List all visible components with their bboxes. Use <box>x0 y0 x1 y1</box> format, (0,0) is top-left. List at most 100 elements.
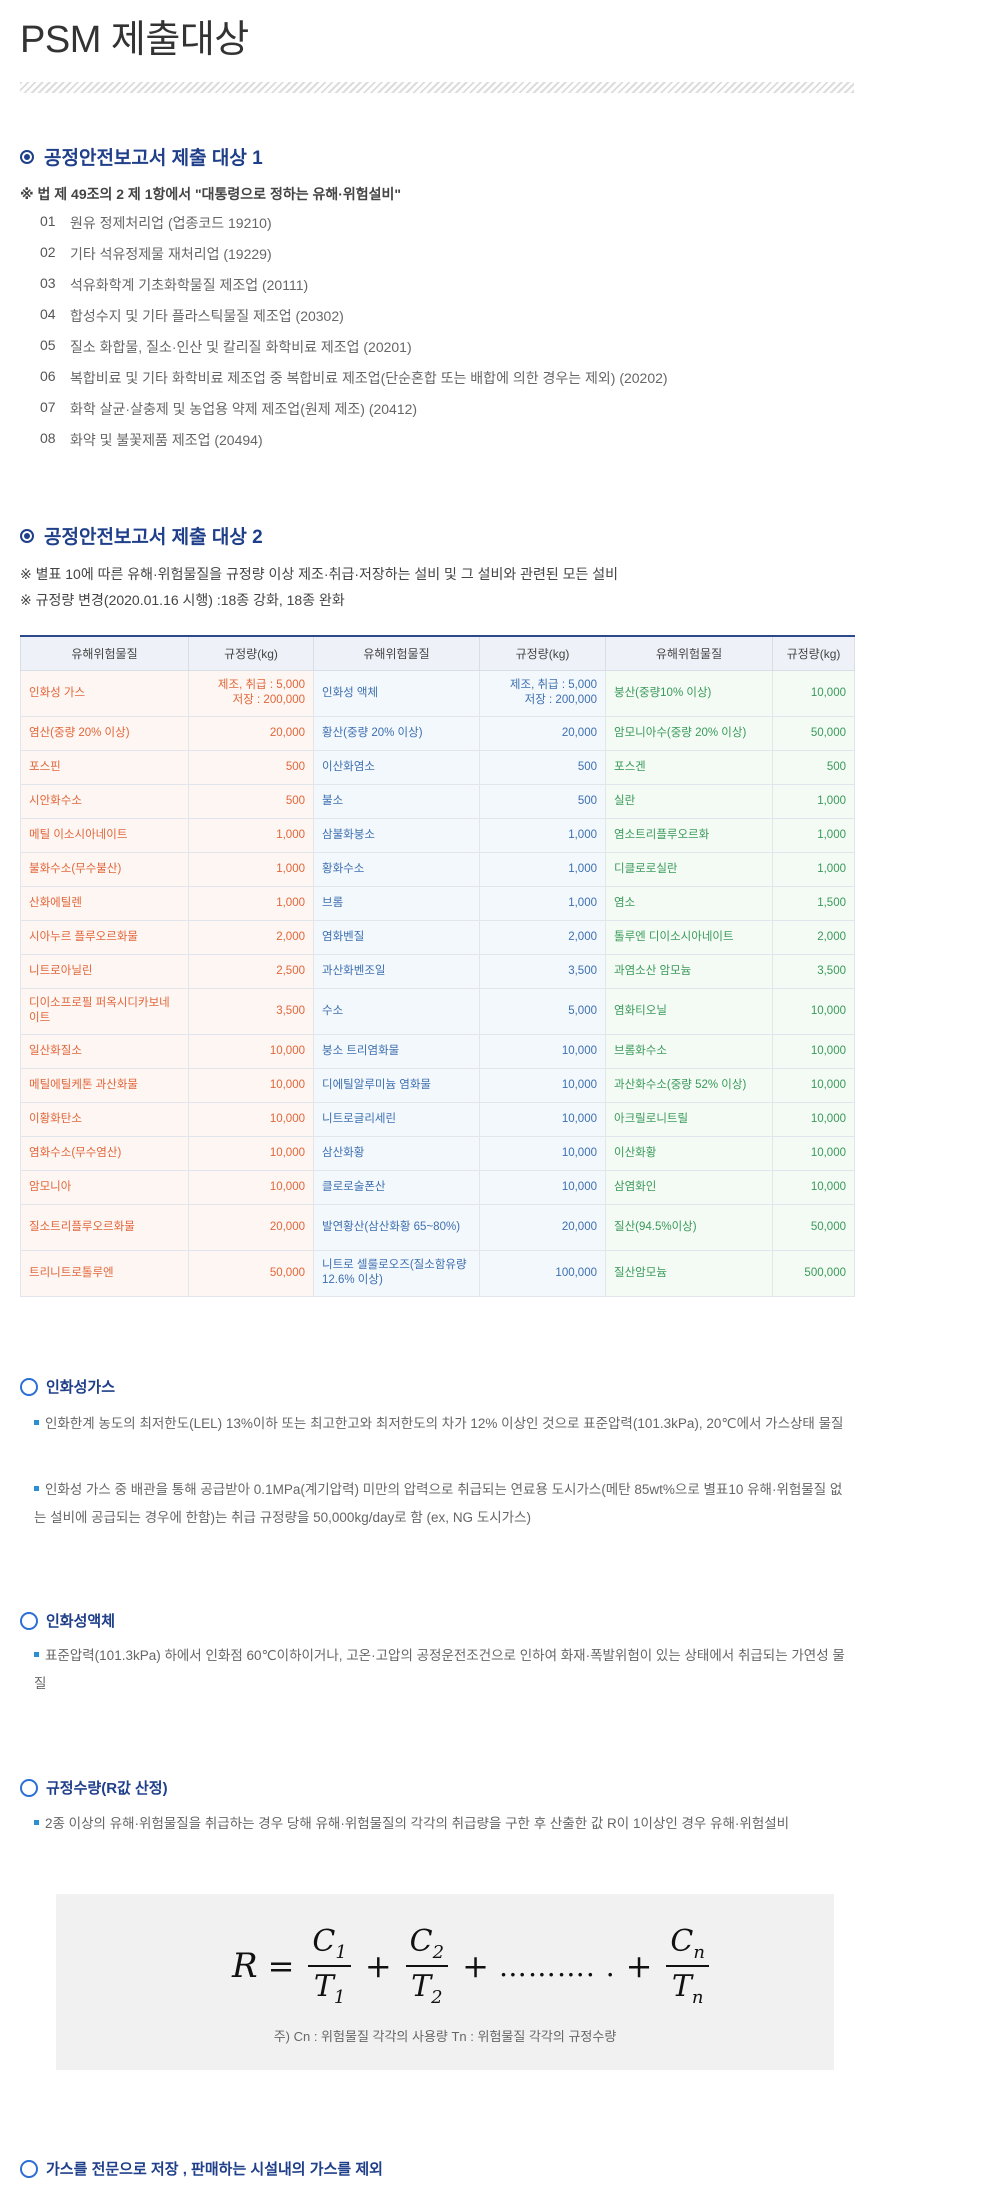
threshold-cell: 10,000 <box>479 1101 606 1137</box>
threshold-cell: 100,000 <box>479 1249 606 1297</box>
flammable-gas-paragraph-2: 인화성 가스 중 배관을 통해 공급받아 0.1MPa(계기압력) 미만의 압력… <box>34 1482 843 1525</box>
column-header: 규정량(kg) <box>772 635 855 671</box>
threshold-cell: 10,000 <box>188 1033 314 1069</box>
threshold-cell: 20,000 <box>479 715 606 751</box>
substance-name-cell: 황화수소 <box>313 851 480 887</box>
substance-name-cell: 이산화황 <box>605 1135 773 1171</box>
threshold-cell: 1,000 <box>772 783 855 819</box>
threshold-cell: 3,500 <box>188 987 314 1035</box>
threshold-cell: 10,000 <box>772 1169 855 1205</box>
flammable-liquid-paragraph: 표준압력(101.3kPa) 하에서 인화점 60℃이하이거나, 고온·고압의 … <box>34 1648 845 1691</box>
threshold-cell: 20,000 <box>479 1203 606 1251</box>
section2-note-1: ※ 별표 10에 따른 유해·위험물질을 규정량 이상 제조·취급·저장하는 설… <box>20 566 619 582</box>
section2-heading-text: 공정안전보고서 제출 대상 2 <box>44 527 263 548</box>
table-row: 포스핀 500 이산화염소 500 포스겐 500 <box>20 749 855 785</box>
threshold-cell: 500 <box>772 749 855 785</box>
substance-name-cell: 메틸 이소시아네이트 <box>20 817 189 853</box>
substance-name-cell: 삼산화황 <box>313 1135 480 1171</box>
square-bullet-icon <box>34 1419 39 1425</box>
section1-heading: 공정안전보고서 제출 대상 1 <box>20 143 263 170</box>
table-row: 시아누르 플루오르화물 2,000 염화벤질 2,000 톨루엔 디이소시아네이트 2,0… <box>20 919 855 955</box>
threshold-cell: 2,000 <box>188 919 314 955</box>
threshold-cell: 50,000 <box>188 1249 314 1297</box>
substance-name-cell: 암모니아 <box>20 1169 189 1205</box>
substance-name-cell: 염소 <box>605 885 773 921</box>
fraction-term-2: C2 T2 <box>405 1924 449 2008</box>
square-bullet-icon <box>34 1651 39 1657</box>
substance-name-cell: 과염소산 암모늄 <box>605 953 773 989</box>
substance-name-cell: 불화수소(무수불산) <box>20 851 189 887</box>
substance-name-cell: 삼불화붕소 <box>313 817 480 853</box>
table-row: 불화수소(무수불산) 1,000 황화수소 1,000 디클로로실란 1,000 <box>20 851 855 887</box>
table-row: 메틸에틸케톤 과산화물 10,000 디에틸알루미늄 염화물 10,000 과산화수소(… <box>20 1067 855 1103</box>
table-row: 니트로아닐린 2,500 과산화벤조일 3,500 과염소산 암모늄 3,500 <box>20 953 855 989</box>
section1-note: ※ 법 제 49조의 2 제 1항에서 "대통령으로 정하는 유해·위험설비" <box>20 186 402 202</box>
threshold-cell: 10,000 <box>772 987 855 1035</box>
substance-name-cell: 니트로아닐린 <box>20 953 189 989</box>
table-row: 질소트리플루오르화물 20,000 발연황산(삼산화황 65~80%) 20,000 질… <box>20 1203 855 1251</box>
threshold-cell: 2,500 <box>188 953 314 989</box>
threshold-cell: 3,500 <box>479 953 606 989</box>
threshold-cell: 50,000 <box>772 715 855 751</box>
threshold-cell: 1,000 <box>772 817 855 853</box>
threshold-cell: 제조, 취급 : 5,000 저장 : 200,000 <box>479 669 606 717</box>
column-header: 유해위험물질 <box>20 635 189 671</box>
substance-name-cell: 인화성 가스 <box>20 669 189 717</box>
substance-name-cell: 질소트리플루오르화물 <box>20 1203 189 1251</box>
substance-name-cell: 황산(중량 20% 이상) <box>313 715 480 751</box>
table-row: 메틸 이소시아네이트 1,000 삼불화붕소 1,000 염소트리플루오르화 1,000 <box>20 817 855 853</box>
flammable-gas-paragraph-1: 인화한계 농도의 최저한도(LEL) 13%이하 또는 최고한고와 최저한도의 … <box>34 1410 854 1438</box>
threshold-cell: 1,000 <box>188 851 314 887</box>
substance-name-cell: 포스겐 <box>605 749 773 785</box>
threshold-cell: 10,000 <box>188 1169 314 1205</box>
table-row: 염화수소(무수염산) 10,000 삼산화황 10,000 이산화황 10,000 <box>20 1135 855 1171</box>
table-row: 암모니아 10,000 클로로술폰산 10,000 삼염화인 10,000 <box>20 1169 855 1205</box>
r-value-paragraph: 2종 이상의 유해·위험물질을 취급하는 경우 당해 유해·위험물질의 각각의 … <box>34 1810 854 1838</box>
substance-name-cell: 브롬화수소 <box>605 1033 773 1069</box>
threshold-cell: 5,000 <box>479 987 606 1035</box>
threshold-cell: 1,000 <box>479 817 606 853</box>
threshold-cell: 20,000 <box>188 1203 314 1251</box>
fraction-term-1: C1 T1 <box>308 1924 351 2008</box>
substance-name-cell: 수소 <box>313 987 480 1035</box>
substance-name-cell: 메틸에틸케톤 과산화물 <box>20 1067 189 1103</box>
threshold-cell: 10,000 <box>479 1169 606 1205</box>
substance-table: 유해위험물질 규정량(kg) 유해위험물질 규정량(kg) 유해위험물질 규정량… <box>20 635 855 1297</box>
threshold-cell: 2,000 <box>772 919 855 955</box>
substance-name-cell: 염화벤질 <box>313 919 480 955</box>
formula-box: R = C1 T1 + C2 T2 + ………. . + Cn Tn 주) Cn… <box>56 1894 834 2070</box>
substance-name-cell: 트리니트로톨루엔 <box>20 1249 189 1297</box>
threshold-cell: 10,000 <box>479 1033 606 1069</box>
threshold-cell: 1,500 <box>772 885 855 921</box>
substance-name-cell: 붕소 트리염화물 <box>313 1033 480 1069</box>
gas-exclusion-heading: 가스를 전문으로 저장 , 판매하는 시설내의 가스를 제외 <box>20 2158 383 2179</box>
table-row: 디이소프로필 퍼옥시디카보네이트 3,500 수소 5,000 염화티오닐 10,000 <box>20 987 855 1035</box>
threshold-cell: 20,000 <box>188 715 314 751</box>
substance-name-cell: 질산(94.5%이상) <box>605 1203 773 1251</box>
table-row: 시안화수소 500 불소 500 실란 1,000 <box>20 783 855 819</box>
substance-name-cell: 질산암모늄 <box>605 1249 773 1297</box>
threshold-cell: 1,000 <box>188 817 314 853</box>
flammable-gas-heading: 인화성가스 <box>20 1376 115 1397</box>
threshold-cell: 10,000 <box>772 669 855 717</box>
list-item: 02 기타 석유정제물 재처리업 (19229) <box>40 244 272 262</box>
substance-name-cell: 디에틸알루미늄 염화물 <box>313 1067 480 1103</box>
page-title: PSM 제출대상 <box>20 19 249 61</box>
target-bullet-icon <box>20 149 34 164</box>
substance-name-cell: 시아누르 플루오르화물 <box>20 919 189 955</box>
substance-name-cell: 불소 <box>313 783 480 819</box>
threshold-cell: 10,000 <box>479 1135 606 1171</box>
target-bullet-icon <box>20 528 34 543</box>
table-row: 이황화탄소 10,000 니트로글리세린 10,000 아크릴로니트릴 10,000 <box>20 1101 855 1137</box>
ring-bullet-icon <box>20 2159 38 2178</box>
substance-name-cell: 염산(중량 20% 이상) <box>20 715 189 751</box>
threshold-cell: 10,000 <box>479 1067 606 1103</box>
substance-name-cell: 발연황산(삼산화황 65~80%) <box>313 1203 480 1251</box>
list-item: 01 원유 정제처리업 (업종코드 19210) <box>40 213 272 231</box>
column-header: 유해위험물질 <box>313 635 480 671</box>
substance-name-cell: 과산화벤조일 <box>313 953 480 989</box>
substance-name-cell: 실란 <box>605 783 773 819</box>
r-value-heading: 규정수량(R값 산정) <box>20 1777 168 1798</box>
threshold-cell: 제조, 취급 : 5,000 저장 : 200,000 <box>188 669 314 717</box>
threshold-cell: 500 <box>188 749 314 785</box>
